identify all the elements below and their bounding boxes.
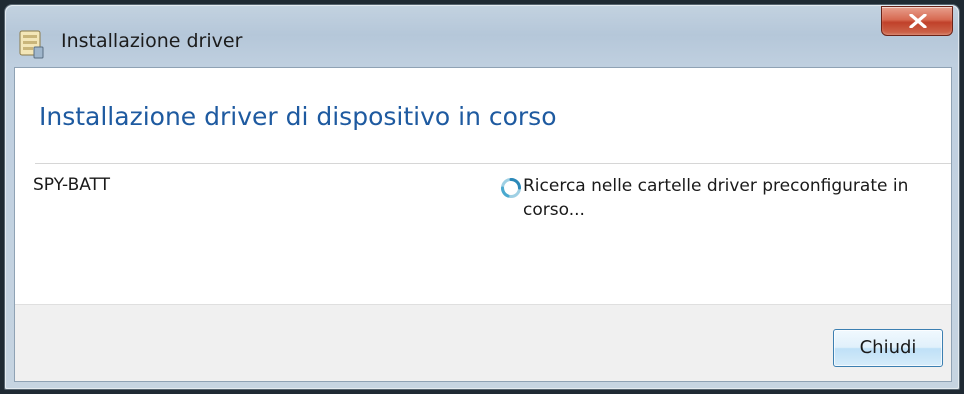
device-name: SPY-BATT bbox=[33, 175, 111, 195]
dialog-content: Installazione driver di dispositivo in c… bbox=[14, 67, 952, 382]
window-title: Installazione driver bbox=[61, 30, 243, 52]
window-close-button[interactable] bbox=[881, 6, 953, 36]
device-status: Ricerca nelle cartelle driver preconfigu… bbox=[523, 176, 909, 220]
driver-install-icon bbox=[18, 29, 44, 59]
dialog-window: Installazione driver Installazione drive… bbox=[4, 4, 960, 390]
page-title: Installazione driver di dispositivo in c… bbox=[39, 102, 557, 131]
busy-spinner-icon bbox=[500, 177, 522, 199]
divider bbox=[35, 163, 951, 164]
dialog-footer: Chiudi bbox=[15, 304, 951, 381]
close-button[interactable]: Chiudi bbox=[833, 329, 943, 367]
